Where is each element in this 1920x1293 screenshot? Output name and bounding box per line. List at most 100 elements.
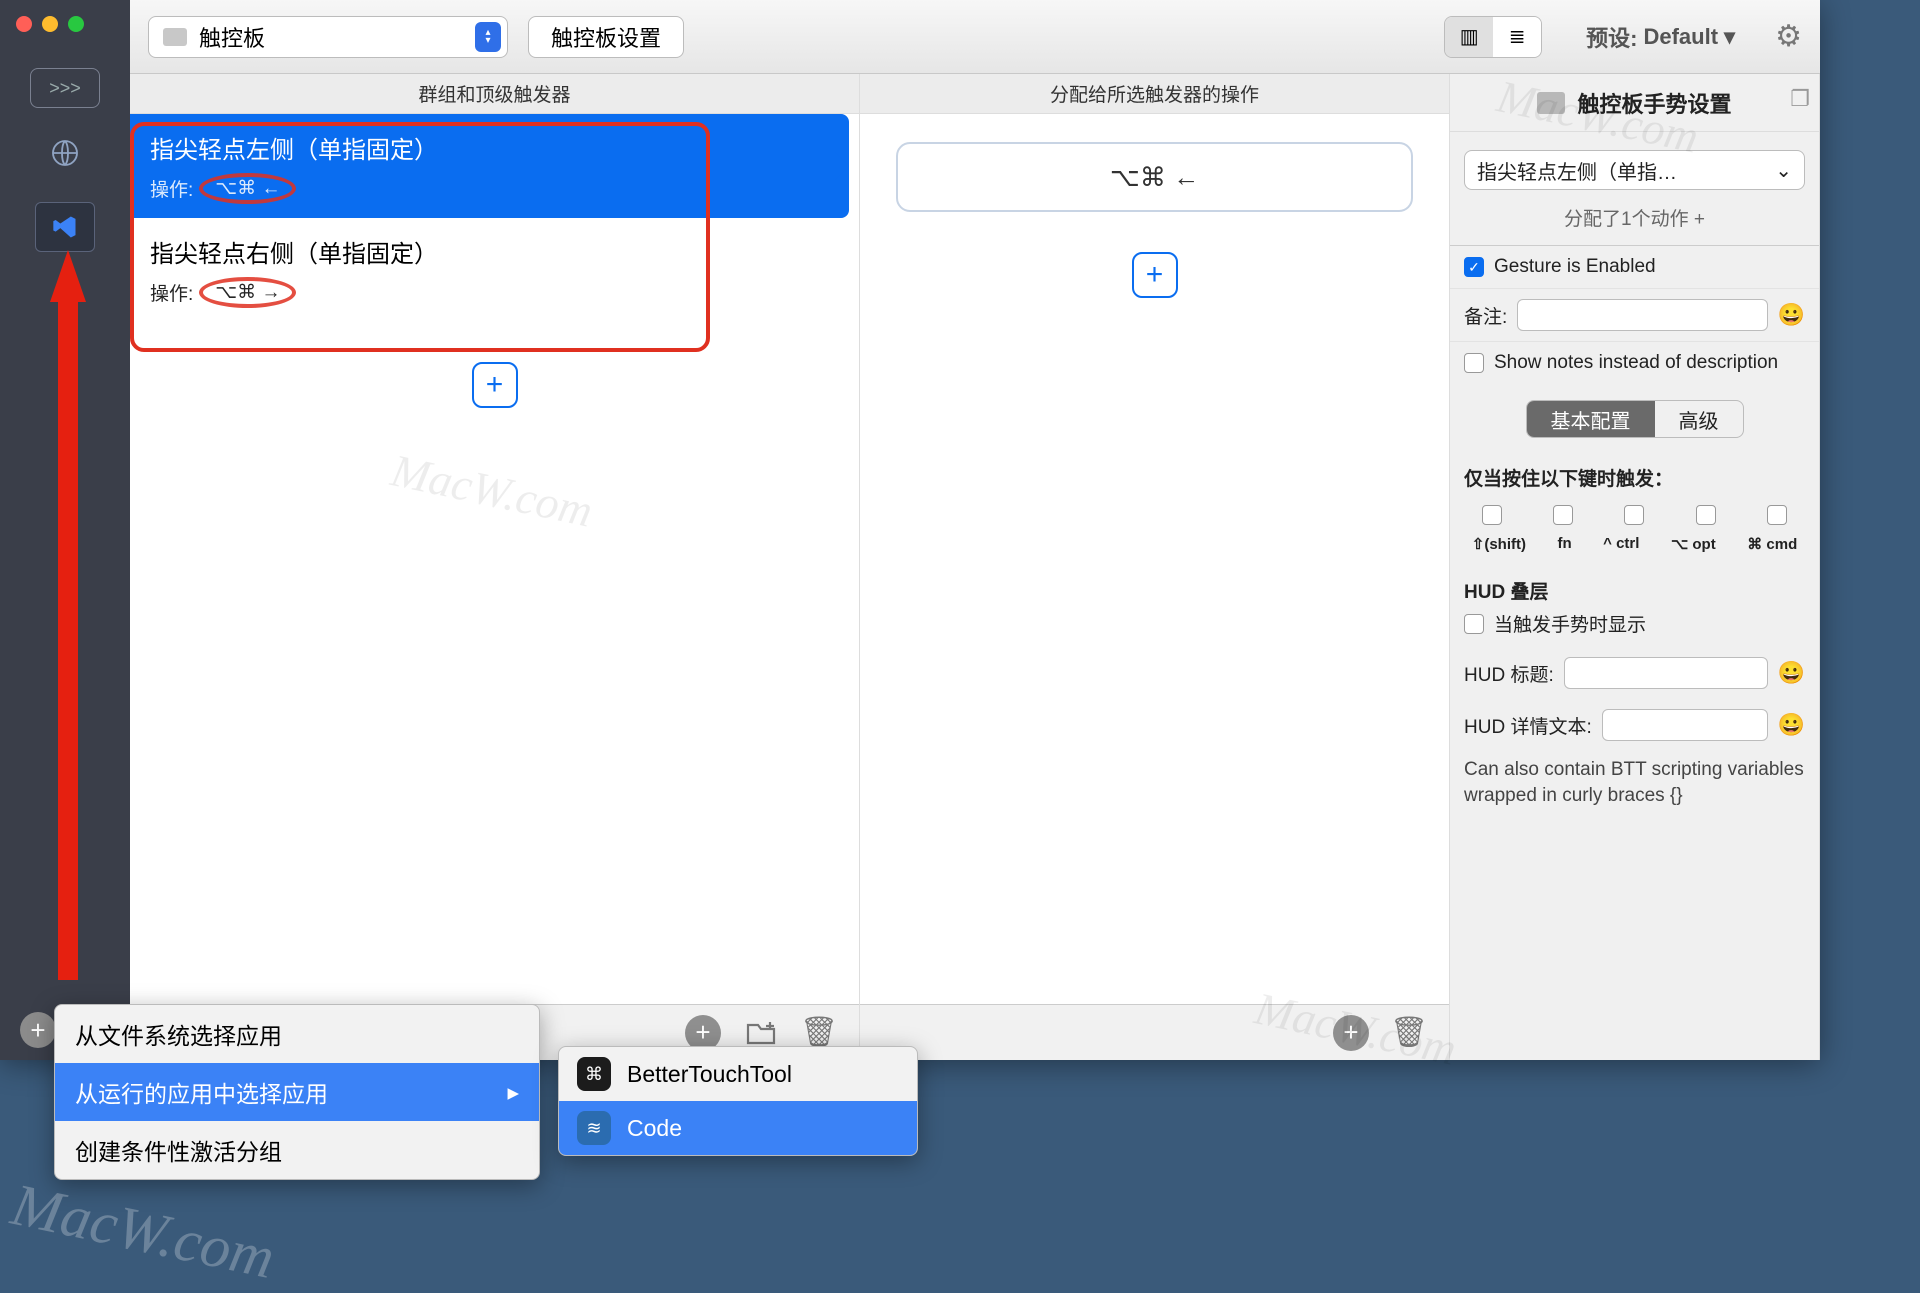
preset-label: 预设: — [1586, 21, 1637, 53]
preset-value: Default — [1643, 24, 1718, 50]
globe-icon[interactable] — [35, 128, 95, 178]
vscode-app-icon: ≋ — [577, 1111, 611, 1145]
notes-input[interactable] — [1517, 299, 1767, 331]
trigger-title: 指尖轻点右侧（单指固定） — [150, 234, 839, 269]
triggers-header: 群组和顶级触发器 — [130, 74, 859, 114]
menu-item-create-conditional-group[interactable]: 创建条件性激活分组 — [55, 1121, 539, 1179]
enabled-checkbox[interactable]: ✓ — [1464, 257, 1484, 277]
preset-selector[interactable]: 预设: Default ▾ — [1586, 21, 1735, 53]
show-notes-checkbox[interactable] — [1464, 353, 1484, 373]
list-view-icon[interactable]: ≣ — [1493, 17, 1541, 57]
device-select[interactable]: 触控板 ▴▾ — [148, 16, 508, 58]
hud-show-checkbox[interactable] — [1464, 614, 1484, 634]
show-notes-row: Show notes instead of description — [1450, 341, 1819, 384]
view-mode-segment[interactable]: ▥ ≣ — [1444, 16, 1542, 58]
emoji-icon[interactable]: 😀 — [1778, 302, 1805, 328]
trigger-row[interactable]: 指尖轻点右侧（单指固定） 操作: ⌥⌘ → — [130, 218, 859, 322]
modifiers-section: 仅当按住以下键时触发： ⇧(shift) fn ^ ctrl ⌥ opt ⌘ c… — [1450, 454, 1819, 563]
chevron-down-icon: ⌄ — [1775, 158, 1792, 183]
columns-view-icon[interactable]: ▥ — [1445, 17, 1493, 57]
mod-cmd-label: ⌘ cmd — [1747, 535, 1797, 553]
modifiers-labels: ⇧(shift) fn ^ ctrl ⌥ opt ⌘ cmd — [1456, 535, 1813, 553]
add-action-button[interactable]: + — [1132, 252, 1178, 298]
hud-show-label: 当触发手势时显示 — [1494, 610, 1646, 637]
watermark: MacW.com — [6, 1170, 281, 1293]
mod-ctrl-label: ^ ctrl — [1603, 535, 1639, 553]
maximize-icon[interactable] — [68, 16, 84, 32]
hud-note: Can also contain BTT scripting variables… — [1450, 751, 1819, 822]
add-trigger-button[interactable]: + — [472, 362, 518, 408]
mod-fn-checkbox[interactable] — [1553, 505, 1573, 525]
show-notes-label: Show notes instead of description — [1494, 352, 1778, 374]
annotation-arrow — [50, 250, 86, 980]
toolbar: 触控板 ▴▾ 触控板设置 ▥ ≣ 预设: Default ▾ ⚙ — [130, 0, 1820, 74]
actions-column: 分配给所选触发器的操作 ⌥⌘ ← + MacW.com + 🗑 — [860, 74, 1450, 1060]
annotation-ellipse: ⌥⌘ → — [199, 277, 296, 308]
hud-title-row: HUD 标题: 😀 — [1450, 647, 1819, 699]
submenu-item-btt[interactable]: ⌘ BetterTouchTool — [559, 1047, 917, 1101]
mod-ctrl-checkbox[interactable] — [1624, 505, 1644, 525]
enabled-label: Gesture is Enabled — [1494, 256, 1656, 278]
mod-opt-checkbox[interactable] — [1696, 505, 1716, 525]
menu-item-choose-from-fs[interactable]: 从文件系统选择应用 — [55, 1005, 539, 1063]
submenu-item-label: BetterTouchTool — [627, 1061, 792, 1088]
app-sidebar: >>> + 🗑 — [0, 0, 130, 1060]
menu-item-choose-running-app[interactable]: 从运行的应用中选择应用 ▸ — [55, 1063, 539, 1121]
trigger-shortcut: ⌥⌘ → — [215, 282, 280, 303]
seg-basic[interactable]: 基本配置 — [1527, 401, 1655, 437]
action-item[interactable]: ⌥⌘ ← — [896, 142, 1413, 212]
submenu-item-code[interactable]: ≋ Code — [559, 1101, 917, 1155]
gesture-select[interactable]: 指尖轻点左侧（单指… ⌄ — [1464, 150, 1805, 190]
emoji-icon[interactable]: 😀 — [1778, 660, 1805, 686]
actions-header: 分配给所选触发器的操作 — [860, 74, 1449, 114]
enabled-row: ✓ Gesture is Enabled — [1450, 245, 1819, 288]
sidebar-shortcut-button[interactable]: >>> — [30, 68, 100, 108]
menu-item-label: 从运行的应用中选择应用 — [75, 1075, 328, 1109]
window-stack-icon[interactable]: ❐ — [1790, 86, 1810, 112]
menu-item-label: 从文件系统选择应用 — [75, 1017, 282, 1051]
hud-title-input[interactable] — [1564, 657, 1768, 689]
config-segment[interactable]: 基本配置 高级 — [1526, 400, 1744, 438]
vscode-icon[interactable] — [35, 202, 95, 252]
submenu-item-label: Code — [627, 1115, 682, 1142]
minimize-icon[interactable] — [42, 16, 58, 32]
inspector-panel: ❐ 触控板手势设置 指尖轻点左侧（单指… ⌄ 分配了1个动作 + ✓ Gestu… — [1450, 74, 1820, 1060]
trash-icon[interactable]: 🗑 — [1391, 1015, 1427, 1051]
mod-shift-label: ⇧(shift) — [1472, 535, 1526, 553]
seg-advanced[interactable]: 高级 — [1655, 401, 1743, 437]
hud-detail-input[interactable] — [1602, 709, 1768, 741]
trackpad-icon — [1537, 92, 1565, 114]
hud-detail-label: HUD 详情文本: — [1464, 712, 1592, 739]
running-apps-submenu: ⌘ BetterTouchTool ≋ Code — [558, 1046, 918, 1156]
watermark: MacW.com — [387, 443, 598, 537]
footer-add-action-button[interactable]: + — [1333, 1015, 1369, 1051]
actions-area: ⌥⌘ ← + MacW.com — [860, 114, 1449, 1004]
chevron-updown-icon: ▴▾ — [475, 22, 501, 52]
hud-header: HUD 叠层 — [1450, 563, 1819, 610]
trigger-subtitle: 操作: ⌥⌘ ← — [150, 173, 829, 204]
triggers-column: 群组和顶级触发器 指尖轻点左侧（单指固定） 操作: ⌥⌘ ← 指尖轻点右侧（单指… — [130, 74, 860, 1060]
sidebar-add-button[interactable]: + — [20, 1012, 56, 1048]
content-columns: 群组和顶级触发器 指尖轻点左侧（单指固定） 操作: ⌥⌘ ← 指尖轻点右侧（单指… — [130, 74, 1820, 1060]
submenu-arrow-icon: ▸ — [507, 1079, 519, 1106]
btt-app-icon: ⌘ — [577, 1057, 611, 1091]
notes-label: 备注: — [1464, 302, 1507, 329]
emoji-icon[interactable]: 😀 — [1778, 712, 1805, 738]
menu-item-label: 创建条件性激活分组 — [75, 1133, 282, 1167]
mod-fn-label: fn — [1557, 535, 1571, 553]
close-icon[interactable] — [16, 16, 32, 32]
gear-icon[interactable]: ⚙ — [1775, 19, 1802, 54]
notes-row: 备注: 😀 — [1450, 288, 1819, 341]
chevron-down-icon: ▾ — [1724, 24, 1735, 50]
trigger-row-selected[interactable]: 指尖轻点左侧（单指固定） 操作: ⌥⌘ ← — [130, 114, 849, 218]
mod-shift-checkbox[interactable] — [1482, 505, 1502, 525]
mod-opt-label: ⌥ opt — [1671, 535, 1716, 553]
actions-footer: + 🗑 — [860, 1004, 1449, 1060]
trigger-action-prefix: 操作: — [150, 279, 193, 306]
trigger-action-prefix: 操作: — [150, 175, 193, 202]
mod-cmd-checkbox[interactable] — [1767, 505, 1787, 525]
assigned-actions-label[interactable]: 分配了1个动作 + — [1450, 204, 1819, 231]
trackpad-settings-button[interactable]: 触控板设置 — [528, 16, 684, 58]
device-select-label: 触控板 — [199, 21, 265, 53]
main-area: 触控板 ▴▾ 触控板设置 ▥ ≣ 预设: Default ▾ ⚙ 群组和顶级触发… — [130, 0, 1820, 1060]
